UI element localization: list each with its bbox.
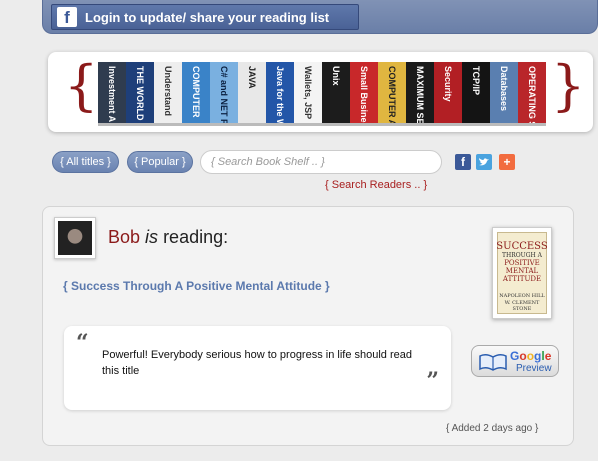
book-spine-title: COMPUTER AR — [387, 66, 397, 123]
search-bookshelf-input[interactable] — [200, 150, 442, 174]
book-spine-title: Unix — [331, 66, 341, 86]
book-spine: Unix — [322, 62, 350, 123]
reader-name[interactable]: Bob — [108, 227, 140, 247]
popular-button[interactable]: { Popular } — [127, 151, 193, 173]
book-spine-title: C# and NET Fr — [219, 66, 229, 123]
avatar-photo — [58, 221, 92, 255]
twitter-share-icon[interactable] — [476, 154, 492, 170]
book-spine: COMPUTER AR — [378, 62, 406, 123]
top-bar: f Login to update/ share your reading li… — [42, 0, 598, 34]
reader-line: Bob is reading: — [108, 227, 228, 248]
book-cover[interactable]: SUCCESS THROUGH A POSITIVE MENTAL ATTITU… — [492, 227, 552, 319]
book-spine-title: COMPUTER — [191, 66, 201, 118]
book-spine: TCP/IP — [462, 62, 490, 123]
book-spine: OPERATING SYS — [518, 62, 546, 123]
cover-line3: POSITIVE — [504, 259, 540, 267]
book-spine: JAVA — [238, 62, 266, 123]
facebook-icon: f — [57, 7, 77, 27]
comment-text: Powerful! Everybody serious how to progr… — [102, 349, 412, 377]
book-spine: COMPUTER — [182, 62, 210, 123]
book-spine-title: Security — [443, 66, 453, 102]
book-spine: Wallets, JSP — [294, 62, 322, 123]
cover-author1: NAPOLEON HILL — [499, 293, 545, 299]
book-spine: Small Business — [350, 62, 378, 123]
book-spine: Databases — [490, 62, 518, 123]
cover-line4: MENTAL — [505, 267, 539, 275]
brace-right: } — [551, 54, 586, 117]
reader-is: is — [145, 227, 159, 247]
book-spine: THE WORLD E — [126, 62, 154, 123]
book-spine-title: Understand — [163, 66, 173, 117]
book-spine-title: Wallets, JSP — [303, 66, 313, 120]
book-spine-title: Investment A — [107, 66, 117, 123]
avatar[interactable] — [54, 217, 96, 259]
book-title-link[interactable]: { Success Through A Positive Mental Atti… — [63, 279, 330, 293]
open-book-icon — [479, 353, 507, 371]
book-spine-title: OPERATING SYS — [527, 66, 537, 123]
book-spine: C# and NET Fr — [210, 62, 238, 123]
brace-left: { — [64, 54, 99, 117]
book-spine-title: THE WORLD E — [135, 66, 145, 123]
facebook-share-icon[interactable]: f — [455, 154, 471, 170]
search-readers-link[interactable]: { Search Readers .. } — [325, 179, 427, 191]
book-spine: Understand — [154, 62, 182, 123]
book-spine-title: Small Business — [359, 66, 369, 123]
added-timestamp: { Added 2 days ago } — [446, 423, 539, 434]
book-spine: Security — [434, 62, 462, 123]
reading-entry-card: Bob is reading: { Success Through A Posi… — [42, 206, 574, 446]
cover-line1: SUCCESS — [496, 241, 548, 252]
book-spine-title: JAVA — [247, 66, 257, 89]
book-spine-title: MAXIMUM SEC — [415, 66, 425, 123]
bookshelf-banner: { Investment A THE WORLD E Understand COMPU… — [48, 52, 593, 132]
book-spine-title: TCP/IP — [471, 66, 481, 96]
comment-box: “ Powerful! Everybody serious how to pro… — [64, 326, 451, 410]
book-spines: Investment A THE WORLD E Understand COMPUTE… — [98, 62, 546, 126]
cover-author2: W. CLEMENT STONE — [504, 300, 540, 312]
login-label: Login to update/ share your reading list — [85, 9, 330, 25]
reader-reading: reading: — [163, 227, 229, 247]
google-label: Google — [510, 349, 552, 363]
book-spine: MAXIMUM SEC — [406, 62, 434, 123]
google-preview-button[interactable]: Google Preview — [471, 345, 559, 377]
book-spine-title: Databases — [499, 66, 509, 112]
cover-line5: ATTITUDE — [502, 275, 542, 283]
book-cover-image: SUCCESS THROUGH A POSITIVE MENTAL ATTITU… — [496, 232, 548, 314]
cover-line2: THROUGH A — [502, 252, 542, 259]
book-spine: Java for the Web — [266, 62, 294, 123]
book-spine: Investment A — [98, 62, 126, 123]
book-spine-title: Java for the Web — [275, 66, 285, 123]
all-titles-button[interactable]: { All titles } — [52, 151, 119, 173]
facebook-login-button[interactable]: f Login to update/ share your reading li… — [51, 4, 359, 30]
close-quote-icon: ” — [426, 368, 439, 394]
open-quote-icon: “ — [76, 330, 89, 356]
preview-label: Preview — [516, 363, 552, 374]
add-share-icon[interactable]: + — [499, 154, 515, 170]
